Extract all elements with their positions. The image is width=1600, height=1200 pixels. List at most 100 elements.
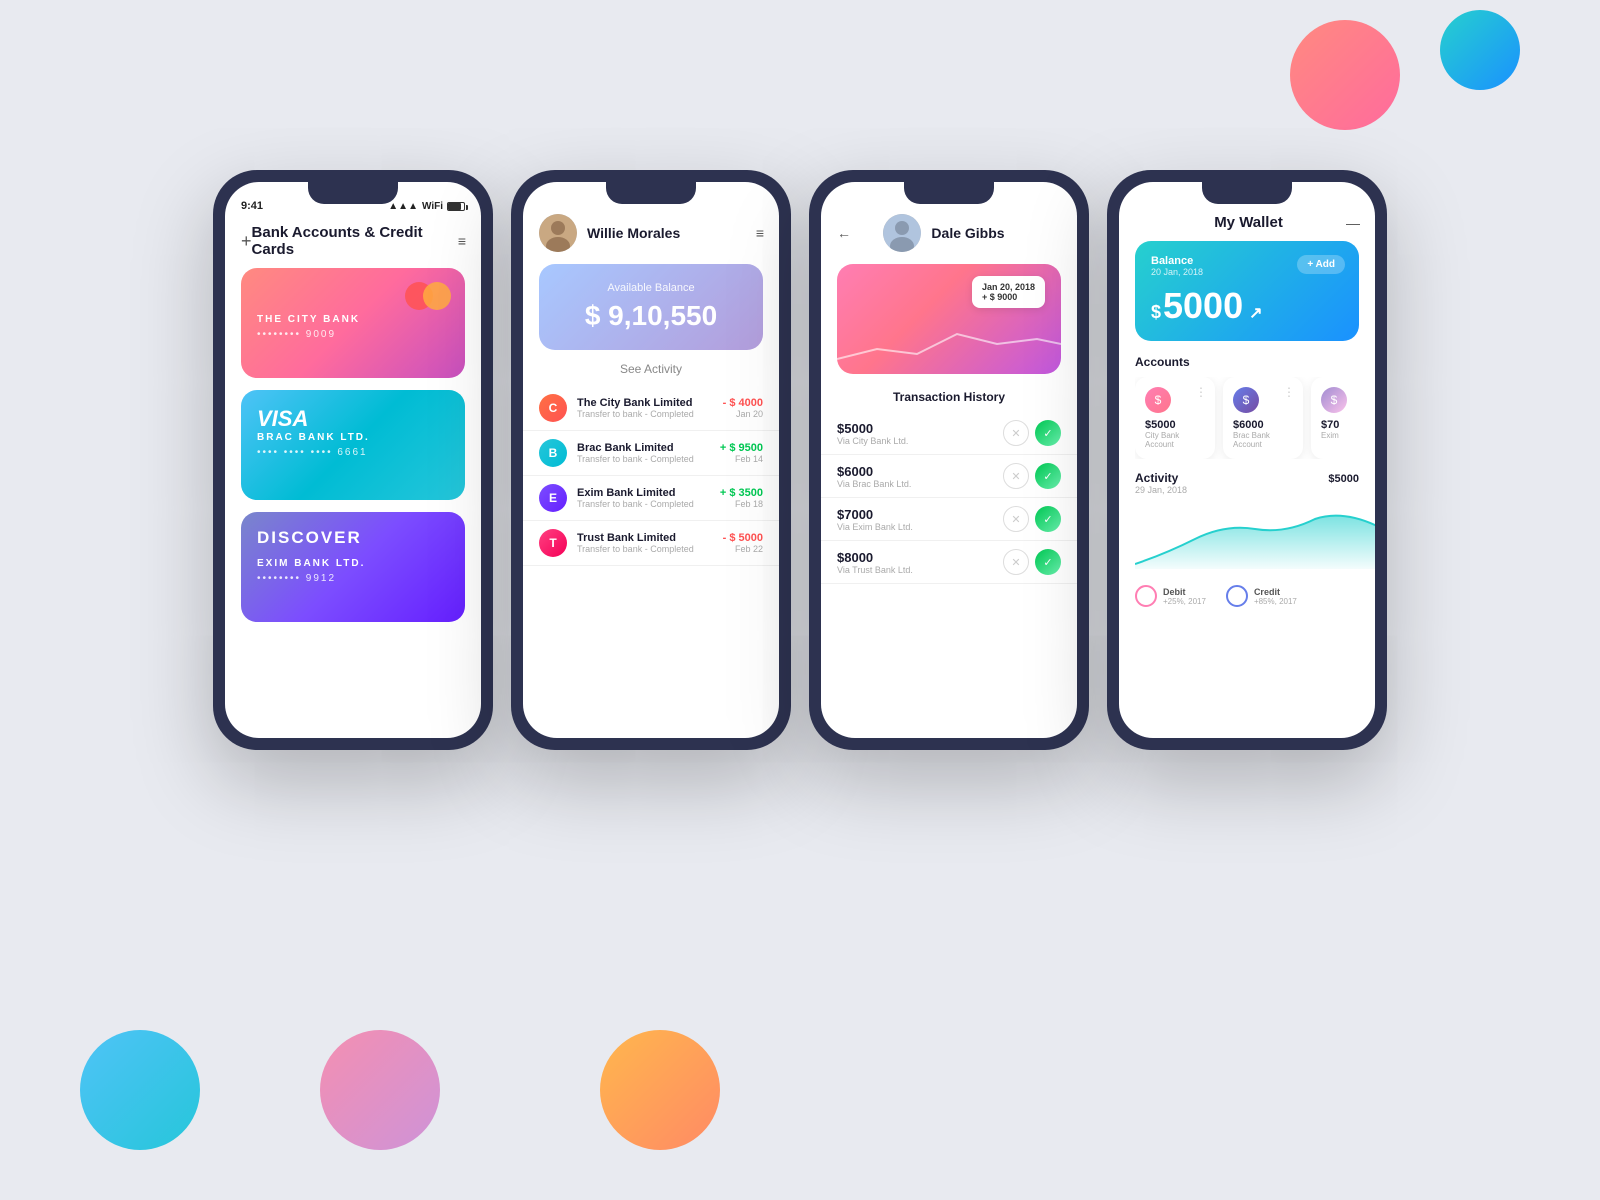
balance-dollar-sign: $ (1151, 302, 1161, 323)
account-card-2[interactable]: $ $70 Exim (1311, 377, 1359, 459)
tx-right-3: - $ 5000 Feb 22 (723, 532, 763, 554)
phone-2-screen: Willie Morales ≡ Available Balance $ 9,1… (523, 182, 779, 738)
tx-info-0: The City Bank Limited Transfer to bank -… (577, 397, 713, 419)
add-icon[interactable]: + (241, 231, 252, 252)
transaction-history-title: Transaction History (821, 386, 1077, 412)
phone-2-notch (606, 182, 696, 204)
credit-info: Credit +85%, 2017 (1254, 587, 1297, 606)
balance-widget: + Add Balance 20 Jan, 2018 $ 5000 ↗ (1135, 241, 1359, 341)
tx-amount-2: + $ 3500 (720, 487, 763, 499)
signal-icon: ▲▲▲ (388, 201, 418, 212)
account-icon-2: $ (1321, 387, 1347, 413)
card-brac-name: BRAC BANK LTD. (257, 432, 449, 443)
balance-card: Available Balance $ 9,10,550 (539, 264, 763, 350)
p3-tx-via-0: Via City Bank Ltd. (837, 436, 995, 446)
phone-1-status-icons: ▲▲▲ WiFi (388, 201, 465, 212)
user-info-3: Dale Gibbs (883, 214, 1004, 252)
credit-circle (1226, 585, 1248, 607)
deco-circle-bottom-left (80, 1030, 200, 1150)
tx-desc-1: Transfer to bank - Completed (577, 454, 710, 464)
menu-icon-2[interactable]: ≡ (756, 225, 763, 241)
chart-wave-svg (837, 304, 1061, 374)
transactions-list: C The City Bank Limited Transfer to bank… (523, 386, 779, 566)
account-card-1[interactable]: ⋮ $ $6000 Brac Bank Account (1223, 377, 1303, 459)
phone-2: Willie Morales ≡ Available Balance $ 9,1… (511, 170, 791, 750)
activity-chart (1135, 499, 1359, 569)
transaction-item-0[interactable]: C The City Bank Limited Transfer to bank… (523, 386, 779, 431)
p3-tx-item-3[interactable]: $8000 Via Trust Bank Ltd. ✕ ✓ (821, 541, 1077, 584)
approve-button-3[interactable]: ✓ (1035, 549, 1061, 575)
phone-1-title: Bank Accounts & Credit Cards (252, 224, 458, 258)
wifi-icon: WiFi (422, 201, 443, 212)
phone-3-notch (904, 182, 994, 204)
account-icon-0: $ (1145, 387, 1171, 413)
p3-tx-item-0[interactable]: $5000 Via City Bank Ltd. ✕ ✓ (821, 412, 1077, 455)
discover-logo: DISCOVER (257, 528, 449, 548)
tx-date-1: Feb 14 (720, 454, 763, 464)
tooltip-date: Jan 20, 2018 (982, 282, 1035, 292)
p3-tx-amount-0: $5000 (837, 421, 995, 436)
deco-circle-top-right-pink (1290, 20, 1400, 130)
reject-button-1[interactable]: ✕ (1003, 463, 1029, 489)
reject-button-2[interactable]: ✕ (1003, 506, 1029, 532)
p3-tx-info-0: $5000 Via City Bank Ltd. (837, 421, 995, 446)
p3-tx-item-1[interactable]: $6000 Via Brac Bank Ltd. ✕ ✓ (821, 455, 1077, 498)
user-name-3: Dale Gibbs (931, 225, 1004, 241)
account-dots-1[interactable]: ⋮ (1283, 385, 1295, 399)
credit-item: Credit +85%, 2017 (1226, 585, 1297, 607)
debit-circle (1135, 585, 1157, 607)
p3-tx-item-2[interactable]: $7000 Via Exim Bank Ltd. ✕ ✓ (821, 498, 1077, 541)
deco-circle-top-right-teal (1440, 10, 1520, 90)
balance-value: 5000 (1163, 285, 1243, 327)
debit-info: Debit +25%, 2017 (1163, 587, 1206, 606)
tx-name-3: Trust Bank Limited (577, 532, 713, 544)
tx-info-1: Brac Bank Limited Transfer to bank - Com… (577, 442, 710, 464)
p3-tx-amount-3: $8000 (837, 550, 995, 565)
phone-4: My Wallet — + Add Balance 20 Jan, 2018 $… (1107, 170, 1387, 750)
tx-date-0: Jan 20 (723, 409, 763, 419)
accounts-scroll: ⋮ $ $5000 City Bank Account ⋮ $ $6000 Br… (1135, 377, 1359, 459)
avatar-svg (539, 214, 577, 252)
transaction-item-1[interactable]: B Brac Bank Limited Transfer to bank - C… (523, 431, 779, 476)
user-name: Willie Morales (587, 225, 680, 241)
approve-button-0[interactable]: ✓ (1035, 420, 1061, 446)
tx-desc-3: Transfer to bank - Completed (577, 544, 713, 554)
debit-item: Debit +25%, 2017 (1135, 585, 1206, 607)
card-city-bank[interactable]: THE CITY BANK •••••••• 9009 (241, 268, 465, 378)
reject-button-0[interactable]: ✕ (1003, 420, 1029, 446)
tx-info-3: Trust Bank Limited Transfer to bank - Co… (577, 532, 713, 554)
tx-right-2: + $ 3500 Feb 18 (720, 487, 763, 509)
debit-credit-row: Debit +25%, 2017 Credit +85%, 2017 (1119, 577, 1375, 615)
p3-tx-amount-2: $7000 (837, 507, 995, 522)
avatar (539, 214, 577, 252)
account-dots-0[interactable]: ⋮ (1195, 385, 1207, 399)
approve-button-1[interactable]: ✓ (1035, 463, 1061, 489)
visa-logo: VISA (257, 406, 449, 432)
phone-1: 9:41 ▲▲▲ WiFi + Bank Accounts & Credit C… (213, 170, 493, 750)
card-visa[interactable]: VISA BRAC BANK LTD. •••• •••• •••• 6661 (241, 390, 465, 500)
back-button[interactable]: ← (837, 225, 851, 241)
tx-desc-0: Transfer to bank - Completed (577, 409, 713, 419)
phones-container: 9:41 ▲▲▲ WiFi + Bank Accounts & Credit C… (213, 170, 1387, 750)
phone-1-screen: 9:41 ▲▲▲ WiFi + Bank Accounts & Credit C… (225, 182, 481, 738)
see-activity-link[interactable]: See Activity (523, 362, 779, 376)
avatar-3-svg (883, 214, 921, 252)
p3-tx-via-2: Via Exim Bank Ltd. (837, 522, 995, 532)
transaction-item-3[interactable]: T Trust Bank Limited Transfer to bank - … (523, 521, 779, 566)
reject-button-3[interactable]: ✕ (1003, 549, 1029, 575)
transaction-item-2[interactable]: E Exim Bank Limited Transfer to bank - C… (523, 476, 779, 521)
approve-button-2[interactable]: ✓ (1035, 506, 1061, 532)
tx-name-2: Exim Bank Limited (577, 487, 710, 499)
activity-title-group: Activity 29 Jan, 2018 (1135, 471, 1187, 495)
account-card-0[interactable]: ⋮ $ $5000 City Bank Account (1135, 377, 1215, 459)
debit-pct: +25%, 2017 (1163, 597, 1206, 606)
p3-tx-actions-1: ✕ ✓ (1003, 463, 1061, 489)
card-city-number: •••••••• 9009 (257, 329, 449, 340)
tx-date-3: Feb 22 (723, 544, 763, 554)
menu-icon-4[interactable]: — (1346, 215, 1359, 231)
card-discover[interactable]: DISCOVER EXIM BANK LTD. •••••••• 9912 (241, 512, 465, 622)
account-amount-2: $70 (1321, 419, 1359, 431)
menu-icon[interactable]: ≡ (458, 233, 465, 249)
tx-icon-e: E (539, 484, 567, 512)
balance-label: Available Balance (557, 282, 745, 294)
